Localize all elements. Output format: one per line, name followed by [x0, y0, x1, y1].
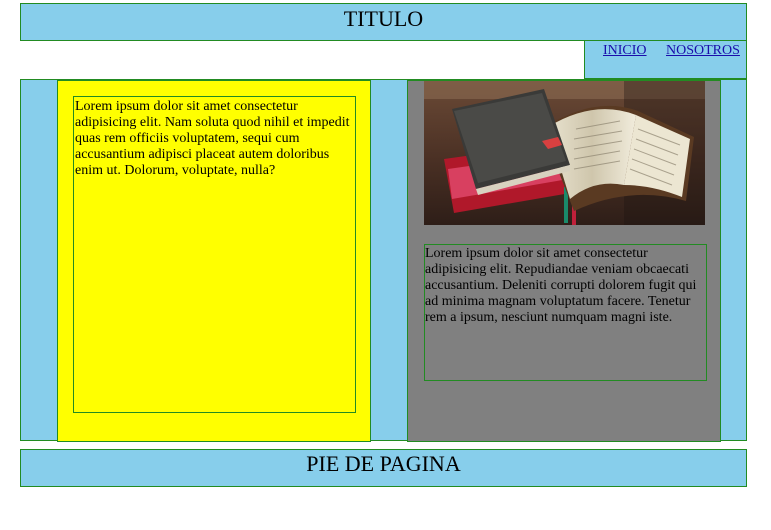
footer-text: PIE DE PAGINA [306, 451, 461, 476]
nav-link-nosotros[interactable]: NOSOTROS [666, 43, 740, 59]
books-image [424, 81, 705, 225]
right-text-block: Lorem ipsum dolor sit amet consectetur a… [424, 244, 707, 381]
nav-link-inicio[interactable]: INICIO [603, 43, 647, 59]
page-footer: PIE DE PAGINA [20, 449, 747, 487]
nav-bar: INICIO NOSOTROS [584, 40, 747, 79]
left-text-block: Lorem ipsum dolor sit amet consectetur a… [73, 96, 356, 413]
books-photo-icon [424, 81, 705, 225]
page-header: TITULO [20, 3, 747, 41]
page-title: TITULO [343, 6, 424, 31]
